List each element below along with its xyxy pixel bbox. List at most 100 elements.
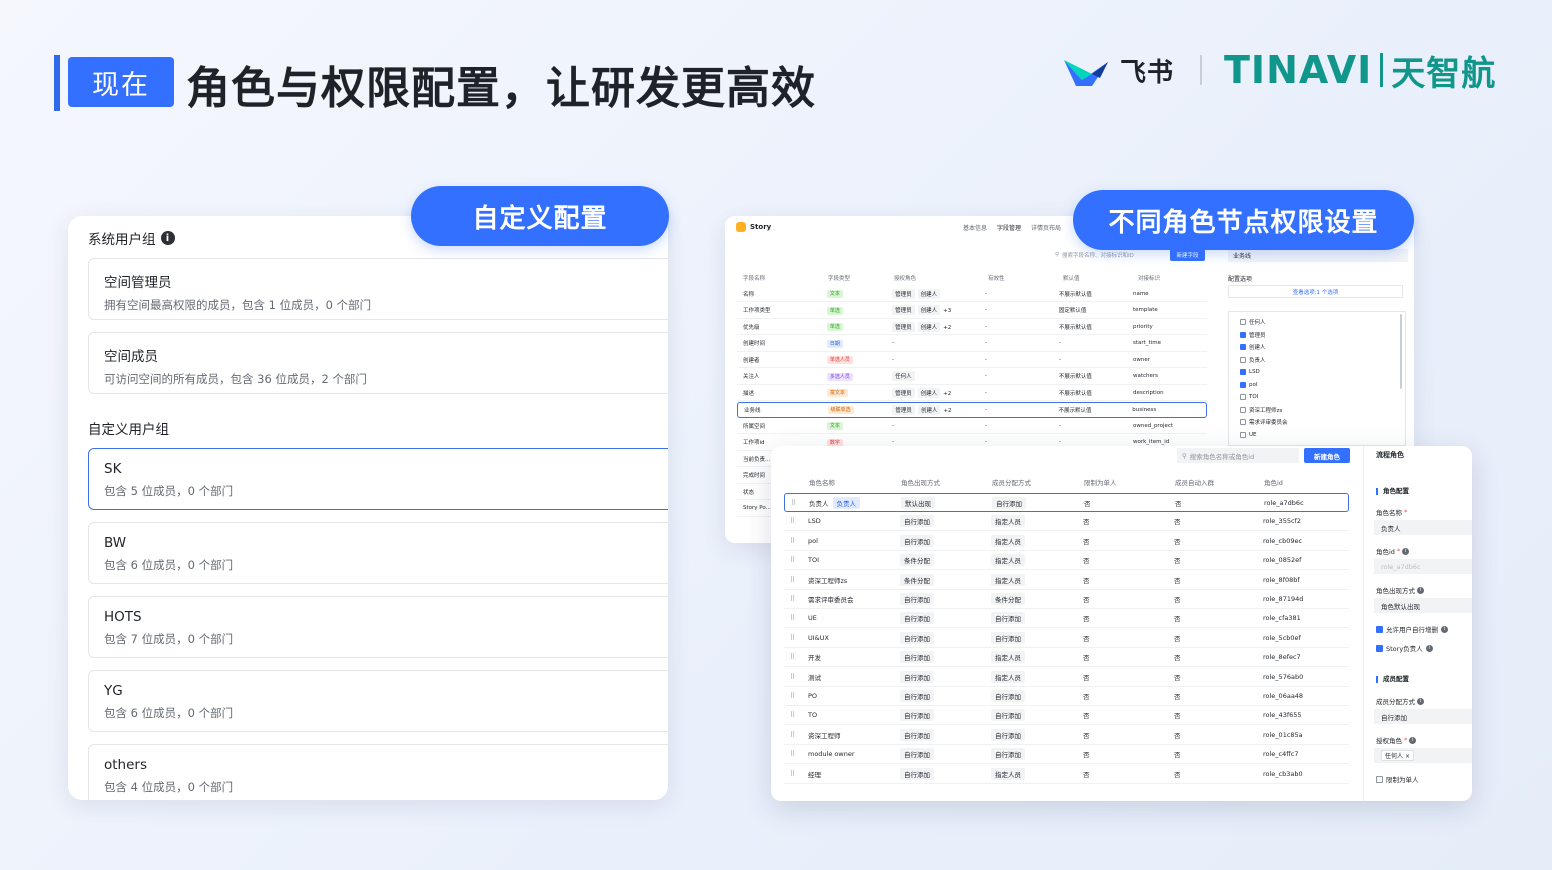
auth-role-chip[interactable]: 任何人 ×	[1381, 750, 1414, 761]
user-groups-panel: 系统用户组 i 空间管理员 拥有空间最高权限的成员，包含 1 位成员，0 个部门…	[68, 216, 668, 800]
custom-group-item[interactable]: YG 包含 6 位成员，0 个部门	[88, 670, 668, 732]
auth-role-select[interactable]: 任何人 ×	[1374, 748, 1472, 763]
role-row[interactable]: ⠿ 开发 自行添加 指定人员 否 否 role_8efec7	[784, 648, 1349, 668]
tab-field-management[interactable]: 字段管理	[997, 223, 1021, 232]
role-row[interactable]: ⠿ 资深工程师zs 条件分配 指定人员 否 否 role_8f08bf	[784, 571, 1349, 590]
drag-handle-icon[interactable]: ⠿	[784, 556, 808, 564]
role-row[interactable]: ⠿ UE 自行添加 自行添加 否 否 role_cfa381	[784, 609, 1349, 629]
drag-handle-icon[interactable]: ⠿	[784, 653, 808, 661]
role-option[interactable]: UE	[1240, 429, 1405, 442]
role-row[interactable]: ⠿ pol 自行添加 指定人员 否 否 role_cb09ec	[784, 532, 1349, 551]
role-row[interactable]: ⠿ 经理 自行添加 指定人员 否 否 role_cb3ab0	[784, 765, 1349, 784]
role-config-section: 角色配置	[1376, 488, 1409, 495]
role-row[interactable]: ⠿ PO 自行添加 自行添加 否 否 role_06aa48	[784, 687, 1349, 706]
field-row[interactable]: 创建者 单选人员 - - - owner	[737, 352, 1207, 368]
role-id-input[interactable]: role_a7db6c	[1374, 559, 1472, 574]
role-row[interactable]: ⠿ module owner 自行添加 自行添加 否 否 role_c4ffc7	[784, 745, 1349, 765]
drag-handle-icon[interactable]: ⠿	[784, 770, 808, 778]
role-auto-join: 否	[1174, 537, 1181, 546]
role-option[interactable]: LSD	[1240, 366, 1405, 379]
field-row[interactable]: 关注人 多选人员 任何人 - 不展示默认值 watchers	[737, 369, 1207, 385]
info-icon[interactable]: i	[1409, 736, 1417, 744]
role-row[interactable]: ⠿ UI&UX 自行添加 自行添加 否 否 role_5cb0ef	[784, 629, 1349, 648]
role-appear-tag: 自行添加	[900, 651, 934, 664]
role-row[interactable]: ⠿ TO 自行添加 自行添加 否 否 role_43f655	[784, 706, 1349, 726]
member-assign-select[interactable]: 自行添加	[1374, 709, 1472, 724]
drag-handle-icon[interactable]: ⠿	[784, 576, 808, 584]
col-header: 角色id	[1264, 479, 1283, 487]
role-row[interactable]: ⠿ TOI 条件分配 指定人员 否 否 role_0852ef	[784, 551, 1349, 571]
checklist-scrollbar[interactable]	[1400, 314, 1402, 389]
role-single: 否	[1083, 751, 1090, 760]
role-appear-select[interactable]: 角色默认出现	[1374, 598, 1472, 613]
info-icon[interactable]: i	[1417, 586, 1424, 594]
role-option[interactable]: TOI	[1240, 391, 1405, 404]
info-icon[interactable]: i	[1441, 625, 1448, 633]
role-single: 否	[1083, 537, 1090, 546]
drag-handle-icon[interactable]: ⠿	[784, 537, 808, 545]
info-icon[interactable]: i	[1417, 697, 1424, 705]
custom-group-item[interactable]: BW 包含 6 位成员，0 个部门	[88, 522, 668, 584]
system-group-item[interactable]: 空间成员 可访问空间的所有成员，包含 36 位成员，2 个部门	[88, 332, 668, 394]
custom-group-item[interactable]: HOTS 包含 7 位成员，0 个部门	[88, 596, 668, 658]
single-person-checkbox[interactable]: 限制为单人	[1376, 774, 1419, 784]
role-tag: 管理员	[892, 288, 915, 299]
role-option[interactable]: 资深工程师zs	[1240, 404, 1405, 417]
close-icon[interactable]: ×	[1405, 753, 1410, 760]
field-valid: -	[984, 422, 987, 429]
info-icon[interactable]: i	[1425, 644, 1433, 652]
drag-handle-icon[interactable]: ⠿	[784, 595, 808, 603]
role-option[interactable]: 需求评审委员会	[1240, 416, 1405, 429]
tab-basic-info[interactable]: 基本信息	[963, 223, 987, 232]
role-option[interactable]: pol	[1240, 379, 1405, 392]
drag-handle-icon[interactable]: ⠿	[784, 614, 808, 622]
role-name-cell: 需求评审委员会	[808, 594, 900, 604]
member-config-section: 成员配置	[1376, 676, 1409, 683]
field-row[interactable]: 描述 富文本 管理员 创建人 +2- 不展示默认值 description	[737, 385, 1207, 401]
field-row[interactable]: 业务线 级联单选 管理员 创建人 +2- 不展示默认值 business	[737, 401, 1207, 418]
drag-handle-icon[interactable]: ⠿	[784, 673, 808, 681]
drag-handle-icon[interactable]: ⠿	[784, 634, 808, 642]
custom-group-item[interactable]: SK 包含 5 位成员，0 个部门	[88, 448, 668, 510]
role-row[interactable]: ⠿ 资深工程师 自行添加 自行添加 否 否 role_01c85a	[784, 726, 1349, 745]
field-row[interactable]: 工作项类型 单选 管理员 创建人 +3- 固定默认值 template	[737, 303, 1207, 319]
tab-detail-layout[interactable]: 详情页布局	[1031, 223, 1061, 232]
drag-handle-icon[interactable]: ⠿	[784, 711, 808, 719]
role-appear-tag: 自行添加	[900, 748, 934, 761]
field-row[interactable]: 优先级 单选 管理员 创建人 +2- 不展示默认值 priority	[737, 319, 1207, 335]
field-row[interactable]: 所属空间 文本 - - - owned_project	[737, 418, 1207, 434]
drag-handle-icon[interactable]: ⠿	[785, 499, 809, 507]
new-role-button[interactable]: 新建角色	[1304, 448, 1350, 463]
col-header: 有效性	[988, 276, 1005, 282]
role-name-cell: 负责人 负责人	[809, 496, 901, 509]
drag-handle-icon[interactable]: ⠿	[784, 517, 808, 525]
new-field-button[interactable]: 新建字段	[1170, 249, 1205, 261]
role-search-input[interactable]: ⚲ 搜索角色名称或角色id	[1177, 448, 1299, 463]
role-row[interactable]: ⠿ LSD 自行添加 指定人员 否 否 role_355cf2	[784, 512, 1349, 532]
field-search-input[interactable]: ⚲ 搜索字段名称、对接标识和ID	[1055, 249, 1165, 261]
role-option[interactable]: 管理员	[1240, 329, 1405, 342]
drag-handle-icon[interactable]: ⠿	[784, 750, 808, 758]
view-options-link[interactable]: 查看选项:1 个选项	[1228, 285, 1403, 298]
info-icon[interactable]: i	[160, 231, 175, 245]
role-row[interactable]: ⠿ 测试 自行添加 指定人员 否 否 role_576ab0	[784, 668, 1349, 687]
role-id: role_cfa381	[1263, 614, 1301, 623]
field-type-tag: 单选	[826, 306, 843, 315]
info-icon[interactable]: i	[1402, 547, 1410, 555]
role-row[interactable]: ⠿ 需求评审委员会 自行添加 条件分配 否 否 role_87194d	[784, 590, 1349, 609]
role-option[interactable]: 创建人	[1240, 341, 1405, 354]
allow-delete-checkbox[interactable]: 允许用户自行增删 i	[1376, 624, 1448, 634]
story-owner-checkbox[interactable]: Story负责人 i	[1376, 643, 1433, 653]
field-valid: -	[984, 406, 987, 413]
system-group-item[interactable]: 空间管理员 拥有空间最高权限的成员，包含 1 位成员，0 个部门	[88, 258, 668, 320]
role-row[interactable]: ⠿ 负责人 负责人 默认出现 自行添加否否 role_a7db6c	[784, 493, 1349, 512]
drag-handle-icon[interactable]: ⠿	[784, 731, 808, 739]
role-option[interactable]: 任何人	[1240, 316, 1405, 329]
drag-handle-icon[interactable]: ⠿	[784, 692, 808, 700]
role-name-input[interactable]: 负责人	[1374, 520, 1472, 535]
field-row[interactable]: 创建时间 日期 - - - start_time	[737, 336, 1207, 352]
role-option[interactable]: 负责人	[1240, 354, 1405, 367]
field-row[interactable]: 名称 文本 管理员 创建人 - 不展示默认值 name	[737, 286, 1207, 302]
custom-group-item[interactable]: others 包含 4 位成员，0 个部门	[88, 744, 668, 800]
business-line-field[interactable]: 业务线	[1228, 249, 1408, 262]
